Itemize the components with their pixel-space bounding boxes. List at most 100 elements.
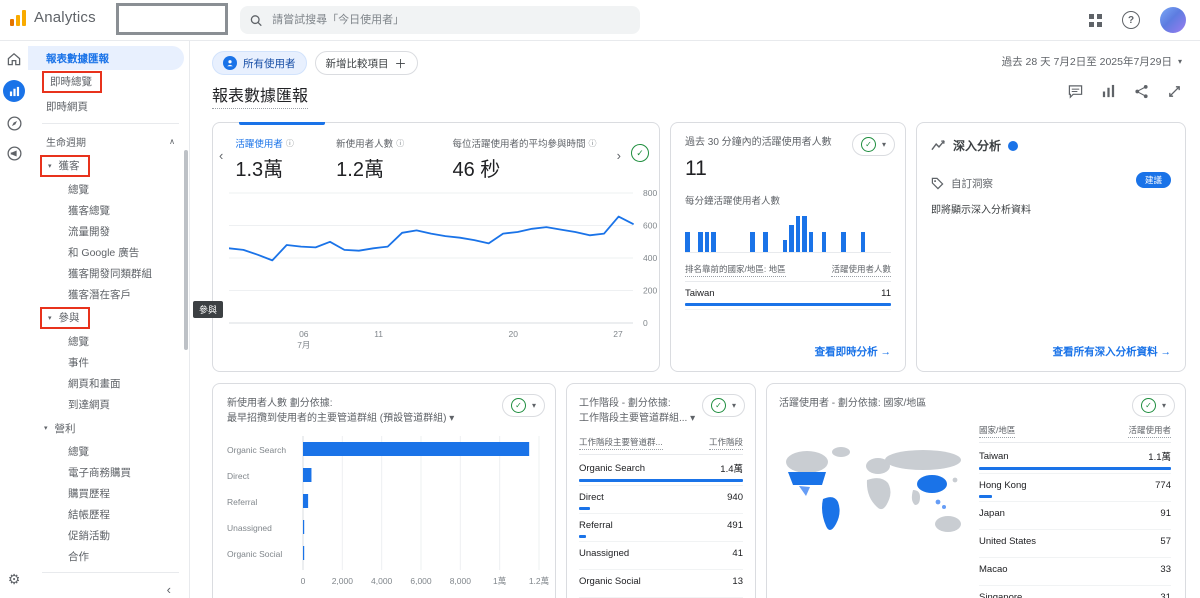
customize-report-icon[interactable] (1167, 84, 1182, 99)
realtime-minute-bar (698, 232, 703, 252)
sidebar-subitem[interactable]: 總覽 (28, 179, 189, 200)
sidebar-item-realtime-pages[interactable]: 即時網頁 (28, 94, 189, 118)
row-value: 13 (732, 576, 743, 587)
svg-text:20: 20 (509, 329, 519, 339)
avatar[interactable] (1160, 7, 1186, 33)
add-comparison-chip[interactable]: 新增比較項目 ＋ (315, 51, 418, 75)
product-name: Analytics (34, 9, 96, 26)
sidebar-subitem[interactable]: 獲客潛在客戶 (28, 284, 189, 305)
sidebar-subitem[interactable]: 事件 (28, 352, 189, 373)
svg-text:4,000: 4,000 (371, 576, 393, 586)
next-metrics-caret[interactable]: › (617, 148, 621, 163)
sidebar-subitem[interactable]: 電子商務購買 (28, 462, 189, 483)
realtime-table-header: 排名靠前的國家/地區: 地區 活躍使用者人數 (685, 263, 891, 282)
sidebar-scrollbar[interactable] (184, 150, 188, 350)
row-value: 57 (1160, 536, 1171, 547)
sidebar-subitem[interactable]: 總覽 (28, 331, 189, 352)
geo-title[interactable]: 活躍使用者 - 劃分依據: 國家/地區 (779, 397, 1173, 412)
sidebar-subitem[interactable]: 總覽 (28, 441, 189, 462)
row-progress-bar (979, 495, 992, 498)
view-realtime-link[interactable]: 查看即時分析 → (815, 344, 891, 359)
sidebar-subitem[interactable]: 獲客開發同類群組 (28, 263, 189, 284)
table-row: Macao33 (979, 558, 1171, 586)
sidebar-subitem[interactable]: 到達網頁 (28, 394, 189, 415)
data-quality-pill[interactable]: ✓ ▾ (702, 394, 745, 417)
sessions-table-header: 工作階段主要管道群... 工作階段 (579, 436, 743, 455)
sidebar-item-monetization[interactable]: ▾ 營利 (28, 415, 189, 441)
monetization-children: 總覽電子商務購買購買歷程結帳歷程促銷活動合作 (28, 441, 189, 567)
realtime-minute-bar (796, 216, 801, 252)
sidebar-subitem[interactable]: 購買歷程 (28, 483, 189, 504)
sidebar-subitem[interactable]: 網頁和畫面 (28, 373, 189, 394)
row-label: Taiwan (685, 288, 715, 299)
metric-new-users[interactable]: 新使用者人數ⓘ 1.2萬 (336, 136, 440, 182)
chevron-down-icon: ▾ (732, 401, 736, 410)
data-quality-pill[interactable]: ✓ ▾ (852, 133, 895, 156)
sidebar-subitem[interactable]: 合作 (28, 546, 189, 567)
insight-suggestion-row[interactable]: 自訂洞察 建議 (917, 154, 1185, 191)
svg-text:06: 06 (299, 329, 309, 339)
sidebar-divider (42, 123, 179, 124)
date-range-picker[interactable]: 過去 28 天 7月2日至 2025年7月29日 ▾ (1002, 54, 1182, 69)
info-badge[interactable] (1008, 141, 1018, 151)
sidebar-item-realtime-overview[interactable]: 即時總覽 (28, 70, 189, 94)
realtime-minute-bar (822, 232, 827, 252)
comment-icon[interactable] (1068, 84, 1083, 99)
chevron-up-icon[interactable]: ∧ (169, 137, 175, 146)
svg-text:6,000: 6,000 (410, 576, 432, 586)
svg-text:27: 27 (613, 329, 623, 339)
all-users-chip[interactable]: 所有使用者 (212, 51, 307, 75)
sessions-title-2[interactable]: 工作階段主要管道群組... ▾ (579, 412, 709, 427)
admin-gear-icon[interactable]: ⚙ (0, 571, 28, 588)
new-users-title-2[interactable]: 最早招攬到使用者的主要管道群組 (預設管道群組) ▾ (227, 412, 497, 427)
expand-caret-icon: ▾ (48, 314, 52, 322)
row-value: 91 (1160, 508, 1171, 519)
per-minute-bar-chart (685, 214, 891, 253)
check-icon: ✓ (511, 398, 526, 413)
share-icon[interactable] (1134, 84, 1149, 99)
sidebar-item-acquisition[interactable]: ▾ 獲客 (28, 153, 189, 179)
sessions-by-channel-card: 工作階段 - 劃分依據: 工作階段主要管道群組... ▾ 工作階段主要管道群..… (566, 383, 756, 598)
sidebar-subitem[interactable]: 和 Google 廣告 (28, 242, 189, 263)
chevron-down-icon: ▾ (882, 140, 886, 149)
sidebar-section-lifecycle[interactable]: 生命週期 ∧ (28, 129, 189, 153)
analytics-logo-icon (10, 8, 26, 26)
world-map (775, 432, 975, 552)
sidebar-subitem[interactable]: 促銷活動 (28, 525, 189, 546)
view-all-insights-link[interactable]: 查看所有深入分析資料 → (1053, 344, 1171, 359)
home-icon[interactable] (0, 44, 28, 74)
prev-metrics-caret[interactable]: ‹ (219, 148, 223, 163)
collapse-sidebar-button[interactable]: ‹ (28, 578, 189, 598)
realtime-active-users: 11 (685, 157, 891, 181)
row-value: 774 (1155, 480, 1171, 491)
row-value: 33 (1160, 564, 1171, 575)
row-value: 491 (727, 520, 743, 531)
row-label: Organic Social (579, 576, 641, 587)
realtime-minute-bar (861, 232, 866, 252)
sidebar-item-snapshot[interactable]: 報表數據匯報 (28, 46, 184, 70)
reports-icon-selected[interactable] (0, 74, 28, 108)
analytics-logo[interactable]: Analytics (10, 8, 96, 26)
data-quality-pill[interactable]: ✓ ▾ (502, 394, 545, 417)
sidebar-subitem[interactable]: 流量開發 (28, 221, 189, 242)
data-quality-pill[interactable]: ✓ ▾ (1132, 394, 1175, 417)
data-quality-icon[interactable]: ✓ (631, 144, 649, 162)
row-value: 31 (1160, 592, 1171, 598)
advertising-icon[interactable] (0, 138, 28, 168)
metric-active-users[interactable]: 活躍使用者ⓘ 1.3萬 (235, 136, 324, 182)
search-input[interactable] (270, 13, 630, 27)
help-icon[interactable]: ? (1122, 11, 1140, 29)
sidebar-subitem[interactable]: 結帳歷程 (28, 504, 189, 525)
row-progress-bar (579, 479, 743, 482)
row-label: Japan (979, 508, 1005, 519)
row-value: 1.1萬 (1148, 449, 1171, 463)
metric-avg-engagement-time[interactable]: 每位活躍使用者的平均參與時間ⓘ 46 秒 (452, 136, 614, 182)
search-bar[interactable] (240, 6, 640, 34)
sidebar-item-engagement[interactable]: ▾ 參與 (28, 305, 189, 331)
sidebar-subitem[interactable]: 獲客總覽 (28, 200, 189, 221)
apps-grid-icon[interactable] (1089, 14, 1102, 27)
table-row: United States57 (979, 530, 1171, 558)
insights-icon[interactable] (1101, 84, 1116, 99)
property-selector-redacted[interactable] (116, 3, 228, 35)
explore-icon[interactable] (0, 108, 28, 138)
